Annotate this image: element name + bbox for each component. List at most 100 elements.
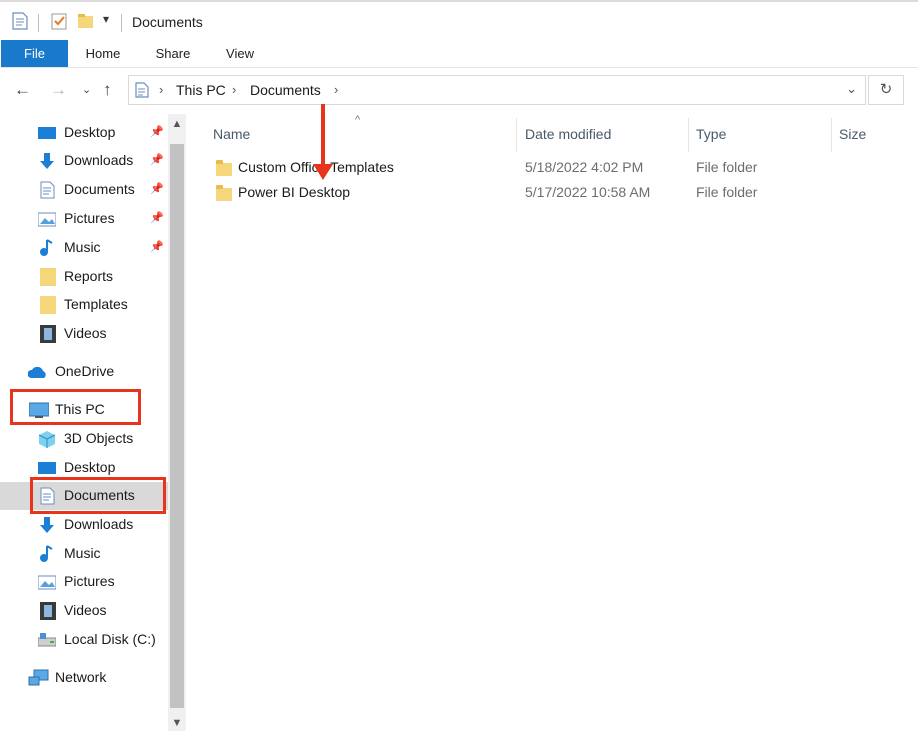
tab-view[interactable]: View — [215, 40, 265, 67]
window-title: Documents — [132, 14, 203, 30]
column-type[interactable]: Type — [696, 126, 726, 142]
column-divider[interactable] — [516, 118, 517, 152]
documents-icon — [40, 181, 55, 199]
folder-icon — [40, 268, 56, 286]
column-date-modified[interactable]: Date modified — [525, 126, 611, 142]
tab-file[interactable]: File — [1, 40, 68, 67]
sidebar-item-onedrive[interactable]: OneDrive — [0, 358, 168, 386]
scroll-down-icon[interactable]: ▼ — [168, 717, 186, 729]
sidebar-item-videos[interactable]: Videos — [0, 597, 168, 625]
videos-icon — [40, 602, 56, 620]
column-divider[interactable] — [831, 118, 832, 152]
navigation-bar: ← → ⌄ ↑ › This PC › Documents › ⌄ ↻ — [0, 68, 918, 112]
pin-icon[interactable]: 📌 — [150, 182, 164, 195]
new-folder-icon[interactable] — [77, 12, 95, 30]
desktop-icon — [38, 462, 56, 474]
highlight-this-pc — [10, 389, 141, 425]
network-icon — [28, 669, 49, 686]
sidebar-item-music[interactable]: Music 📌 — [0, 234, 168, 262]
sidebar-item-label: Desktop — [64, 124, 116, 140]
up-icon[interactable]: ↑ — [103, 80, 112, 100]
chevron-right-icon[interactable]: › — [159, 82, 163, 97]
forward-icon[interactable]: → — [50, 80, 67, 100]
sidebar-item-label: 3D Objects — [64, 430, 134, 446]
properties-icon[interactable] — [51, 12, 69, 30]
sidebar-item-label: Videos — [64, 325, 107, 341]
table-row[interactable]: Power BI Desktop 5/17/2022 10:58 AM File… — [210, 181, 910, 205]
annotation-arrow-head — [313, 164, 333, 180]
file-type: File folder — [696, 159, 758, 175]
sidebar-item-label: Local Disk (C:) — [64, 631, 156, 647]
sidebar-item-pictures[interactable]: Pictures — [0, 568, 168, 596]
sidebar-item-label: Downloads — [64, 152, 134, 168]
onedrive-icon — [28, 366, 46, 378]
music-icon — [40, 545, 53, 562]
folder-icon — [40, 296, 56, 314]
scroll-thumb[interactable] — [170, 144, 184, 708]
music-icon — [40, 239, 53, 256]
sort-ascending-icon: ^ — [355, 114, 361, 126]
chevron-right-icon[interactable]: › — [232, 82, 236, 97]
sidebar-item-documents[interactable]: Documents 📌 — [0, 176, 168, 204]
back-icon[interactable]: ← — [14, 80, 31, 100]
highlight-documents — [30, 477, 166, 514]
sidebar-item-reports[interactable]: Reports — [0, 263, 168, 291]
3d-objects-icon — [38, 431, 56, 448]
file-name: Power BI Desktop — [238, 184, 351, 200]
pin-icon[interactable]: 📌 — [150, 211, 164, 224]
file-list: ^ Name Date modified Type Size Custom Of… — [190, 114, 918, 731]
sidebar-item-desktop[interactable]: Desktop 📌 — [0, 119, 168, 147]
address-bar[interactable]: › This PC › Documents › ⌄ — [128, 75, 866, 105]
pin-icon[interactable]: 📌 — [150, 125, 164, 138]
breadcrumb-documents[interactable]: Documents — [250, 82, 321, 98]
sidebar-item-label: Pictures — [64, 210, 115, 226]
tab-home[interactable]: Home — [76, 40, 130, 67]
sidebar-item-pictures[interactable]: Pictures 📌 — [0, 205, 168, 233]
pictures-icon — [38, 212, 56, 227]
column-divider[interactable] — [688, 118, 689, 152]
sidebar-item-downloads[interactable]: Downloads 📌 — [0, 147, 168, 175]
sidebar-item-templates[interactable]: Templates — [0, 291, 168, 319]
column-name[interactable]: Name — [213, 126, 250, 142]
sidebar-item-label: Music — [64, 545, 101, 561]
refresh-icon[interactable]: ↻ — [868, 75, 904, 105]
sidebar-item-videos[interactable]: Videos — [0, 320, 168, 348]
file-type: File folder — [696, 184, 758, 200]
desktop-icon — [38, 127, 56, 139]
file-date: 5/17/2022 10:58 AM — [525, 184, 651, 200]
sidebar-item-local-disk[interactable]: Local Disk (C:) — [0, 626, 168, 654]
breadcrumb-this-pc[interactable]: This PC — [176, 82, 226, 98]
sidebar-item-label: Reports — [64, 268, 114, 284]
sidebar-item-downloads[interactable]: Downloads — [0, 511, 168, 539]
videos-icon — [40, 325, 56, 343]
title-separator — [121, 14, 122, 32]
title-bar: ▾ Documents — [0, 0, 918, 42]
documents-icon[interactable] — [12, 12, 28, 30]
nav-pane-scrollbar[interactable]: ▲ ▼ — [168, 114, 186, 731]
pin-icon[interactable]: 📌 — [150, 153, 164, 166]
tab-share[interactable]: Share — [145, 40, 201, 67]
recent-locations-icon[interactable]: ⌄ — [82, 83, 91, 96]
customize-quick-access-icon[interactable]: ▾ — [103, 12, 109, 26]
sidebar-item-label: Music — [64, 239, 101, 255]
sidebar-item-3d-objects[interactable]: 3D Objects — [0, 425, 168, 453]
folder-icon — [216, 185, 232, 201]
downloads-icon — [40, 153, 54, 169]
chevron-right-icon[interactable]: › — [334, 82, 338, 97]
local-disk-icon — [38, 633, 56, 647]
scroll-up-icon[interactable]: ▲ — [168, 118, 186, 130]
sidebar-item-label: Templates — [64, 296, 128, 312]
downloads-icon — [40, 517, 54, 533]
annotation-arrow — [321, 104, 325, 166]
title-separator — [38, 14, 39, 32]
folder-icon — [216, 160, 232, 176]
column-size[interactable]: Size — [839, 126, 866, 142]
sidebar-item-label: Videos — [64, 602, 107, 618]
sidebar-item-music[interactable]: Music — [0, 540, 168, 568]
sidebar-item-label: OneDrive — [55, 363, 115, 379]
pin-icon[interactable]: 📌 — [150, 240, 164, 253]
sidebar-item-label: Documents — [64, 181, 135, 197]
chevron-down-icon[interactable]: ⌄ — [846, 81, 857, 97]
sidebar-item-network[interactable]: Network — [0, 664, 168, 692]
file-explorer-window: ▾ Documents File Home Share View ← → ⌄ ↑… — [0, 0, 918, 731]
